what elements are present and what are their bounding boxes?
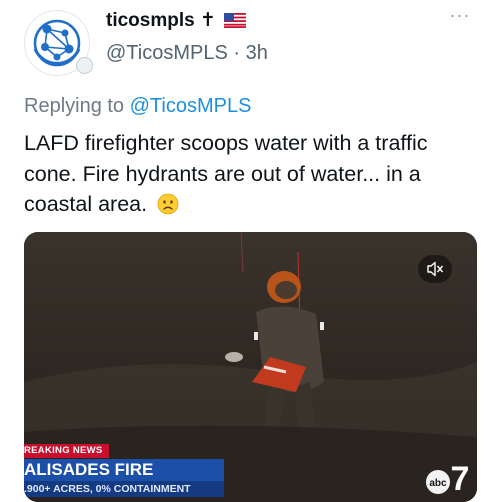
display-name[interactable]: ticosmpls ✝ bbox=[106, 9, 247, 33]
badge-icon bbox=[76, 57, 93, 74]
news-headline: ALISADES FIRE bbox=[24, 459, 224, 481]
news-subline: .900+ ACRES, 0% CONTAINMENT bbox=[24, 481, 224, 497]
channel-number: 7 bbox=[451, 460, 470, 498]
tweet-body: LAFD firefighter scoops water with a tra… bbox=[24, 131, 428, 216]
handle-line: @TicosMPLS · 3h bbox=[106, 40, 268, 66]
video-player[interactable]: REAKING NEWS ALISADES FIRE .900+ ACRES, … bbox=[24, 232, 477, 502]
breaking-news-label: REAKING NEWS bbox=[24, 444, 109, 458]
mute-button[interactable] bbox=[418, 255, 452, 283]
cross-suffix: ✝ bbox=[199, 10, 216, 31]
separator: · bbox=[233, 42, 241, 64]
station-logo-text: abc bbox=[429, 478, 447, 489]
tweet-text: LAFD firefighter scoops water with a tra… bbox=[24, 128, 464, 220]
replying-to: Replying to @TicosMPLS bbox=[24, 92, 251, 120]
worried-face-icon bbox=[157, 193, 179, 215]
volume-off-icon bbox=[427, 261, 444, 277]
abc7-logo: abc 7 bbox=[426, 460, 470, 498]
display-name-text: ticosmpls bbox=[106, 10, 195, 31]
handle[interactable]: @TicosMPLS bbox=[106, 42, 228, 64]
more-options-button[interactable]: ··· bbox=[440, 6, 480, 30]
reply-mention-link[interactable]: @TicosMPLS bbox=[130, 95, 252, 117]
reply-prefix: Replying to bbox=[24, 95, 125, 117]
timestamp[interactable]: 3h bbox=[246, 42, 268, 64]
us-flag-icon bbox=[224, 13, 247, 28]
news-lower-third: REAKING NEWS ALISADES FIRE .900+ ACRES, … bbox=[24, 444, 477, 502]
